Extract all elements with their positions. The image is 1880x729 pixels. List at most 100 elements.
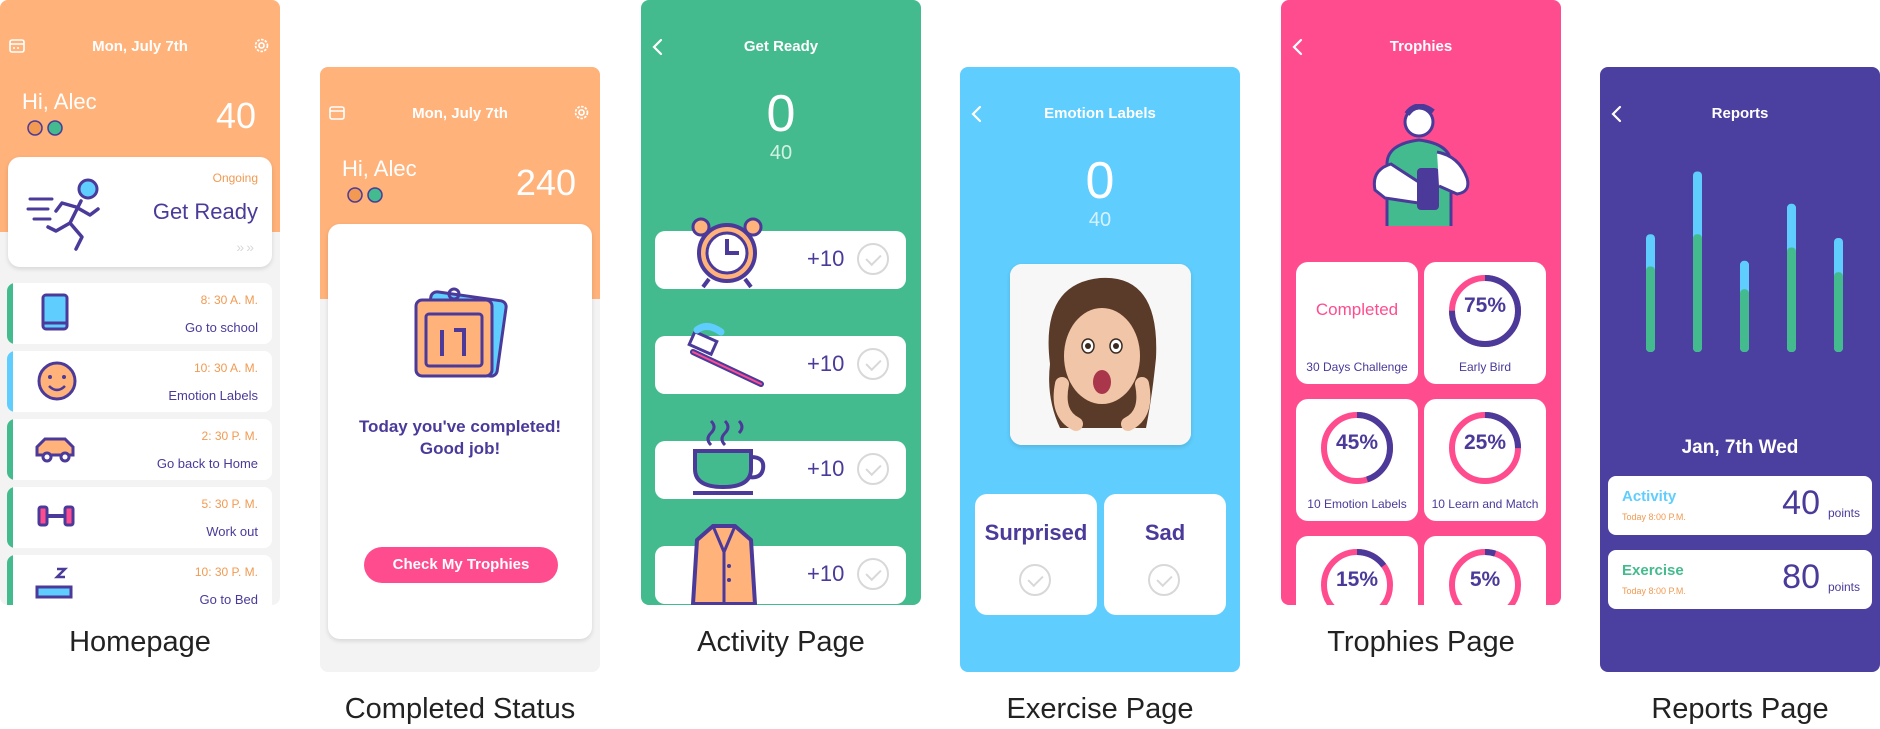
day-tick-label[interactable]: 5 (1646, 375, 1655, 377)
schedule-color-bar (7, 419, 13, 480)
task-row[interactable]: +10 (655, 217, 906, 289)
schedule-time: 8: 30 A. M. (200, 293, 258, 307)
trophy-card[interactable]: 25% 10 Learn and Match (1424, 399, 1546, 521)
dumbbell-icon (37, 505, 75, 527)
trophy-percent: 45% (1335, 431, 1379, 454)
report-card-unit: points (1827, 580, 1860, 594)
activity-total: 40 (769, 142, 793, 164)
schedule-item[interactable]: 8: 30 A. M. Go to school (7, 283, 272, 344)
completed-date: Mon, July 7th (412, 105, 508, 122)
coat-icon (691, 524, 757, 605)
schedule-label: Go back to Home (156, 456, 258, 471)
exercise-bar (1693, 234, 1702, 352)
report-card-name: Exercise (1622, 562, 1684, 579)
settings-gear-icon[interactable] (573, 104, 590, 121)
trophies-title: Trophies (1389, 38, 1453, 55)
activity-title: Get Ready (743, 38, 819, 55)
emotion-photo-card (1010, 264, 1191, 445)
caption-exercise: Exercise Page (1006, 693, 1194, 725)
trophy-card[interactable]: Completed 30 Days Challenge (1296, 262, 1418, 384)
trophy-label: Early Bird (1458, 360, 1511, 374)
choice-sad[interactable]: Sad (1104, 494, 1226, 615)
tea-cup-icon (693, 419, 766, 495)
car-icon (35, 437, 75, 463)
homepage-screen: Mon, July 7th Hi, Alec 40 Ongoing Get Re… (0, 0, 280, 605)
trophy-card[interactable]: 15% (1296, 536, 1418, 605)
trophy-percent: 15% (1335, 568, 1379, 591)
report-card-value: 40 (1782, 484, 1820, 522)
day-tick-label[interactable]: 8 (1787, 375, 1796, 377)
check-circle-icon[interactable] (857, 453, 889, 485)
trophy-percent: 25% (1463, 431, 1507, 454)
smiley-icon (37, 361, 77, 401)
trophy-label: 10 Emotion Labels (1307, 497, 1407, 511)
home-date: Mon, July 7th (92, 38, 188, 55)
report-card[interactable]: Exercise Today 8:00 P.M. 80 points (1608, 550, 1872, 609)
surprised-face-photo (1010, 264, 1191, 445)
settings-gear-icon[interactable] (253, 37, 270, 54)
choice-surprised[interactable]: Surprised (975, 494, 1097, 615)
schedule-color-bar (7, 283, 13, 344)
check-circle-icon[interactable] (857, 348, 889, 380)
badge-icon (347, 187, 383, 203)
completed-card: Today you've completed! Good job! Check … (328, 224, 592, 639)
reports-title: Reports (1711, 105, 1769, 122)
completed-greeting: Hi, Alec (342, 156, 417, 181)
report-card[interactable]: Activity Today 8:00 P.M. 40 points (1608, 476, 1872, 535)
completed-screen: Mon, July 7th Hi, Alec 240 Today you've … (320, 67, 600, 672)
schedule-label: Work out (206, 524, 258, 539)
schedule-item[interactable]: 5: 30 P. M. Work out (7, 487, 272, 548)
featured-title: Get Ready (152, 199, 258, 224)
trophy-card[interactable]: 75% Early Bird (1424, 262, 1546, 384)
trophy-percent: 75% (1463, 294, 1507, 317)
exercise-bar (1834, 272, 1843, 352)
day-tick-label[interactable]: 9 (1834, 375, 1843, 377)
task-row[interactable]: +10 (655, 524, 906, 605)
trophies-screen: Trophies Completed 30 Days Challenge 75% Ea… (1281, 0, 1561, 605)
schedule-item[interactable]: 10: 30 P. M. Go to Bed (7, 555, 272, 605)
choice-label: Sad (1144, 520, 1186, 545)
day-tick-label[interactable]: 6 (1693, 375, 1702, 377)
activity-score: 0 (766, 85, 796, 143)
task-row[interactable]: +10 (655, 323, 906, 394)
schedule-time: 2: 30 P. M. (201, 429, 258, 443)
schedule-time: 10: 30 P. M. (194, 565, 258, 579)
completed-message-line1: Today you've completed! (358, 417, 562, 436)
exercise-score: 0 (1085, 152, 1115, 210)
trophy-label: 10 Learn and Match (1431, 497, 1539, 511)
trophy-card[interactable]: 45% 10 Emotion Labels (1296, 399, 1418, 521)
choice-label: Surprised (984, 520, 1088, 545)
schedule-color-bar (7, 351, 13, 412)
caption-completed: Completed Status (344, 693, 576, 725)
task-points: +10 (807, 351, 845, 376)
check-circle-icon[interactable] (857, 243, 889, 275)
badge-icon (27, 120, 63, 136)
activity-screen: Get Ready 0 40 +10 +10 +10 +10 (641, 0, 921, 605)
featured-activity-card[interactable]: Ongoing Get Ready »» (8, 157, 272, 267)
task-row[interactable]: +10 (655, 419, 906, 499)
exercise-total: 40 (1088, 209, 1112, 231)
day-tick-label[interactable]: 7 (1740, 375, 1749, 377)
schedule-item[interactable]: 10: 30 A. M. Emotion Labels (7, 351, 272, 412)
schedule-item[interactable]: 2: 30 P. M. Go back to Home (7, 419, 272, 480)
check-my-trophies-button[interactable]: Check My Trophies (364, 547, 558, 583)
running-person-icon (26, 178, 100, 251)
schedule-label: Go to Bed (199, 592, 258, 605)
check-circle-icon[interactable] (857, 558, 889, 590)
report-card-date: Today 8:00 P.M. (1622, 586, 1686, 596)
schedule-label: Go to school (185, 320, 258, 335)
caption-reports: Reports Page (1651, 693, 1829, 725)
completed-message-line2: Good job! (419, 439, 501, 458)
check-circle-icon (1148, 564, 1180, 596)
report-card-name: Activity (1622, 488, 1677, 505)
exercise-bar (1646, 266, 1655, 352)
report-date-label: Jan, 7th Wed (1681, 437, 1799, 458)
schedule-label: Emotion Labels (168, 388, 258, 403)
schedule-time: 10: 30 A. M. (193, 361, 258, 375)
caption-trophies: Trophies Page (1327, 626, 1515, 658)
person-with-phone-illustration (1372, 104, 1470, 226)
trophy-card[interactable]: 5% (1424, 536, 1546, 605)
report-card-date: Today 8:00 P.M. (1622, 512, 1686, 522)
report-card-value: 80 (1782, 558, 1820, 596)
check-circle-icon (1019, 564, 1051, 596)
